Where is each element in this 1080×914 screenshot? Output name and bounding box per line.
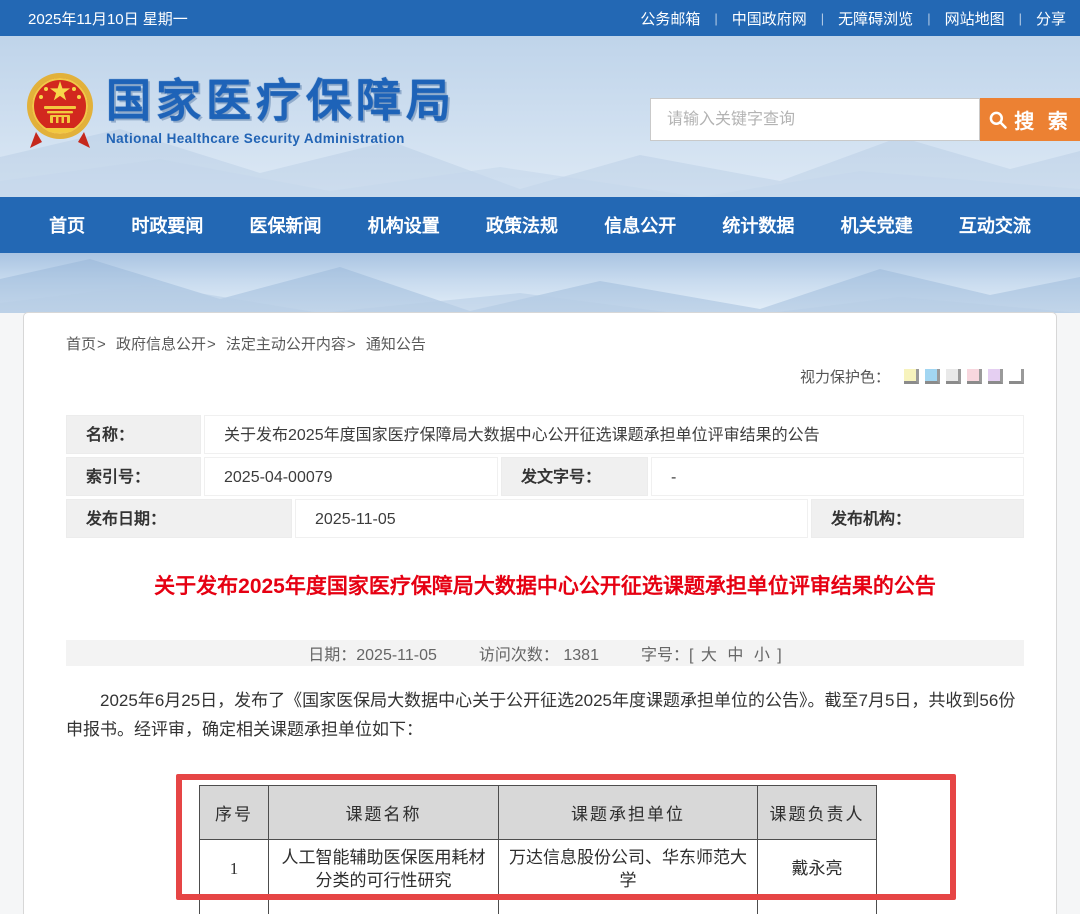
- link-separator: |: [927, 10, 931, 26]
- main-navigation: 首页 时政要闻 医保新闻 机构设置 政策法规 信息公开 统计数据 机关党建 互动…: [0, 197, 1080, 253]
- eye-color-yellow[interactable]: [904, 369, 919, 384]
- link-separator: |: [820, 10, 825, 26]
- nav-item-home[interactable]: 首页: [49, 212, 85, 238]
- publish-date-label: 发布日期：: [66, 499, 292, 538]
- article-paragraph: 2025年6月25日，发布了《国家医保局大数据中心关于公开征选2025年度课题承…: [66, 691, 1016, 739]
- site-subtitle-en: National Healthcare Security Administrat…: [106, 131, 405, 147]
- eye-protection-row: 视力保护色：: [66, 366, 1024, 387]
- breadcrumb-separator: >: [97, 336, 106, 353]
- eye-protection-label: 视力保护色：: [799, 369, 890, 386]
- article-visits: 访问次数： 1381: [478, 647, 599, 664]
- result-table: 序号 课题名称 课题承担单位 课题负责人 1 人工智能辅助医保医用耗材分类的可行…: [199, 785, 877, 914]
- document-info-table: 名称： 关于发布2025年度国家医疗保障局大数据中心公开征选课题承担单位评审结果…: [66, 415, 1024, 538]
- link-sitemap[interactable]: 网站地图: [945, 8, 1005, 29]
- search-button-label: 搜 索: [1014, 111, 1072, 133]
- publish-org-label: 发布机构：: [811, 499, 1024, 538]
- page: 2025年11月10日 星期一 公务邮箱 | 中国政府网 | 无障碍浏览 | 网…: [0, 0, 1080, 914]
- search-input[interactable]: [650, 98, 980, 141]
- cell-serial: [199, 897, 269, 914]
- result-table-zone: 序号 课题名称 课题承担单位 课题负责人 1 人工智能辅助医保医用耗材分类的可行…: [66, 774, 1024, 914]
- content-panel: 首页> 政府信息公开> 法定主动公开内容> 通知公告 视力保护色： 名称： 关于…: [23, 312, 1057, 914]
- link-separator: |: [714, 10, 718, 26]
- breadcrumb-home[interactable]: 首页: [66, 336, 96, 353]
- nav-item-policies[interactable]: 政策法规: [486, 212, 558, 238]
- article-meta-bar: 日期：2025-11-05 访问次数： 1381 字号：[ 大 中 小 ]: [66, 640, 1024, 666]
- brand-text: 国家医疗保障局 National Healthcare Security Adm…: [106, 72, 456, 146]
- eye-color-pink[interactable]: [967, 369, 982, 384]
- breadcrumb-separator: >: [346, 336, 356, 353]
- nav-item-interaction[interactable]: 互动交流: [959, 212, 1031, 238]
- font-size-control: 字号：[ 大 中 小 ]: [640, 647, 782, 664]
- breadcrumb: 首页> 政府信息公开> 法定主动公开内容> 通知公告: [66, 333, 1024, 354]
- eye-color-default[interactable]: [1009, 369, 1024, 384]
- header-undertaking-unit: 课题承担单位: [498, 785, 758, 840]
- breadcrumb-statutory-disclosure[interactable]: 法定主动公开内容: [226, 336, 346, 353]
- cell-undertaking-unit-clipped: 某某某某某某某某某某: [498, 897, 758, 914]
- link-china-gov[interactable]: 中国政府网: [732, 8, 807, 29]
- font-size-large[interactable]: 大: [701, 647, 717, 664]
- masthead: 国家医疗保障局 National Healthcare Security Adm…: [0, 36, 1080, 197]
- cell-undertaking-unit: 万达信息股份公司、华东师范大学: [498, 839, 758, 898]
- nav-item-statistics[interactable]: 统计数据: [722, 212, 794, 238]
- doc-index-label: 索引号：: [66, 457, 201, 496]
- doc-number-value: -: [651, 457, 1024, 496]
- breadcrumb-separator: >: [206, 336, 216, 353]
- doc-number-label: 发文字号：: [501, 457, 648, 496]
- link-accessibility[interactable]: 无障碍浏览: [838, 8, 913, 29]
- link-gov-mail[interactable]: 公务邮箱: [640, 8, 700, 29]
- nav-item-insurance-news[interactable]: 医保新闻: [250, 212, 322, 238]
- search-icon: [989, 111, 1007, 129]
- table-header-row: 序号 课题名称 课题承担单位 课题负责人: [199, 785, 877, 840]
- mountain-background: [0, 259, 1080, 313]
- current-date: 2025年11月10日 星期一: [28, 10, 188, 28]
- link-share[interactable]: 分享: [1036, 8, 1066, 29]
- cell-serial: 1: [199, 839, 269, 898]
- doc-name-label: 名称：: [66, 415, 201, 454]
- header-topic-name: 课题名称: [268, 785, 499, 840]
- cell-topic-leader: 戴永亮: [757, 839, 877, 898]
- breadcrumb-notices[interactable]: 通知公告: [366, 336, 426, 353]
- font-size-medium[interactable]: 中: [727, 647, 743, 664]
- nav-item-info-disclosure[interactable]: 信息公开: [604, 212, 676, 238]
- publish-date-value: 2025-11-05: [295, 499, 808, 538]
- font-size-small[interactable]: 小: [754, 647, 770, 664]
- link-separator: |: [1018, 10, 1022, 26]
- hero-banner: [0, 253, 1080, 313]
- header-serial: 序号: [199, 785, 269, 840]
- top-utility-bar: 2025年11月10日 星期一 公务邮箱 | 中国政府网 | 无障碍浏览 | 网…: [0, 0, 1080, 36]
- header-topic-leader: 课题负责人: [757, 785, 877, 840]
- cell-topic-leader: [757, 897, 877, 914]
- article-date: 日期：2025-11-05: [308, 647, 437, 664]
- site-title: 国家医疗保障局: [106, 76, 457, 126]
- national-emblem-logo: [27, 73, 93, 148]
- doc-index-value: 2025-04-00079: [204, 457, 498, 496]
- site-search: 搜 索: [650, 98, 1080, 141]
- table-row: 1 人工智能辅助医保医用耗材分类的可行性研究 万达信息股份公司、华东师范大学 戴…: [199, 839, 877, 898]
- table-row-clipped: 某某某某某某某某某某: [199, 897, 877, 914]
- doc-name-value: 关于发布2025年度国家医疗保障局大数据中心公开征选课题承担单位评审结果的公告: [204, 415, 1024, 454]
- eye-color-blue[interactable]: [925, 369, 940, 384]
- cell-topic-name: 人工智能辅助医保医用耗材分类的可行性研究: [268, 839, 499, 898]
- eye-color-gray[interactable]: [946, 369, 961, 384]
- search-button[interactable]: 搜 索: [980, 98, 1080, 141]
- cell-topic-name: [268, 897, 499, 914]
- nav-item-politics-news[interactable]: 时政要闻: [131, 212, 203, 238]
- nav-item-organization[interactable]: 机构设置: [368, 212, 440, 238]
- eye-color-purple[interactable]: [988, 369, 1003, 384]
- article-title: 关于发布2025年度国家医疗保障局大数据中心公开征选课题承担单位评审结果的公告: [154, 575, 936, 598]
- site-brand[interactable]: 国家医疗保障局 National Healthcare Security Adm…: [26, 72, 456, 150]
- breadcrumb-gov-info[interactable]: 政府信息公开: [116, 336, 206, 353]
- nav-item-party-building[interactable]: 机关党建: [841, 212, 913, 238]
- topbar-links: 公务邮箱 | 中国政府网 | 无障碍浏览 | 网站地图 | 分享: [640, 8, 1066, 29]
